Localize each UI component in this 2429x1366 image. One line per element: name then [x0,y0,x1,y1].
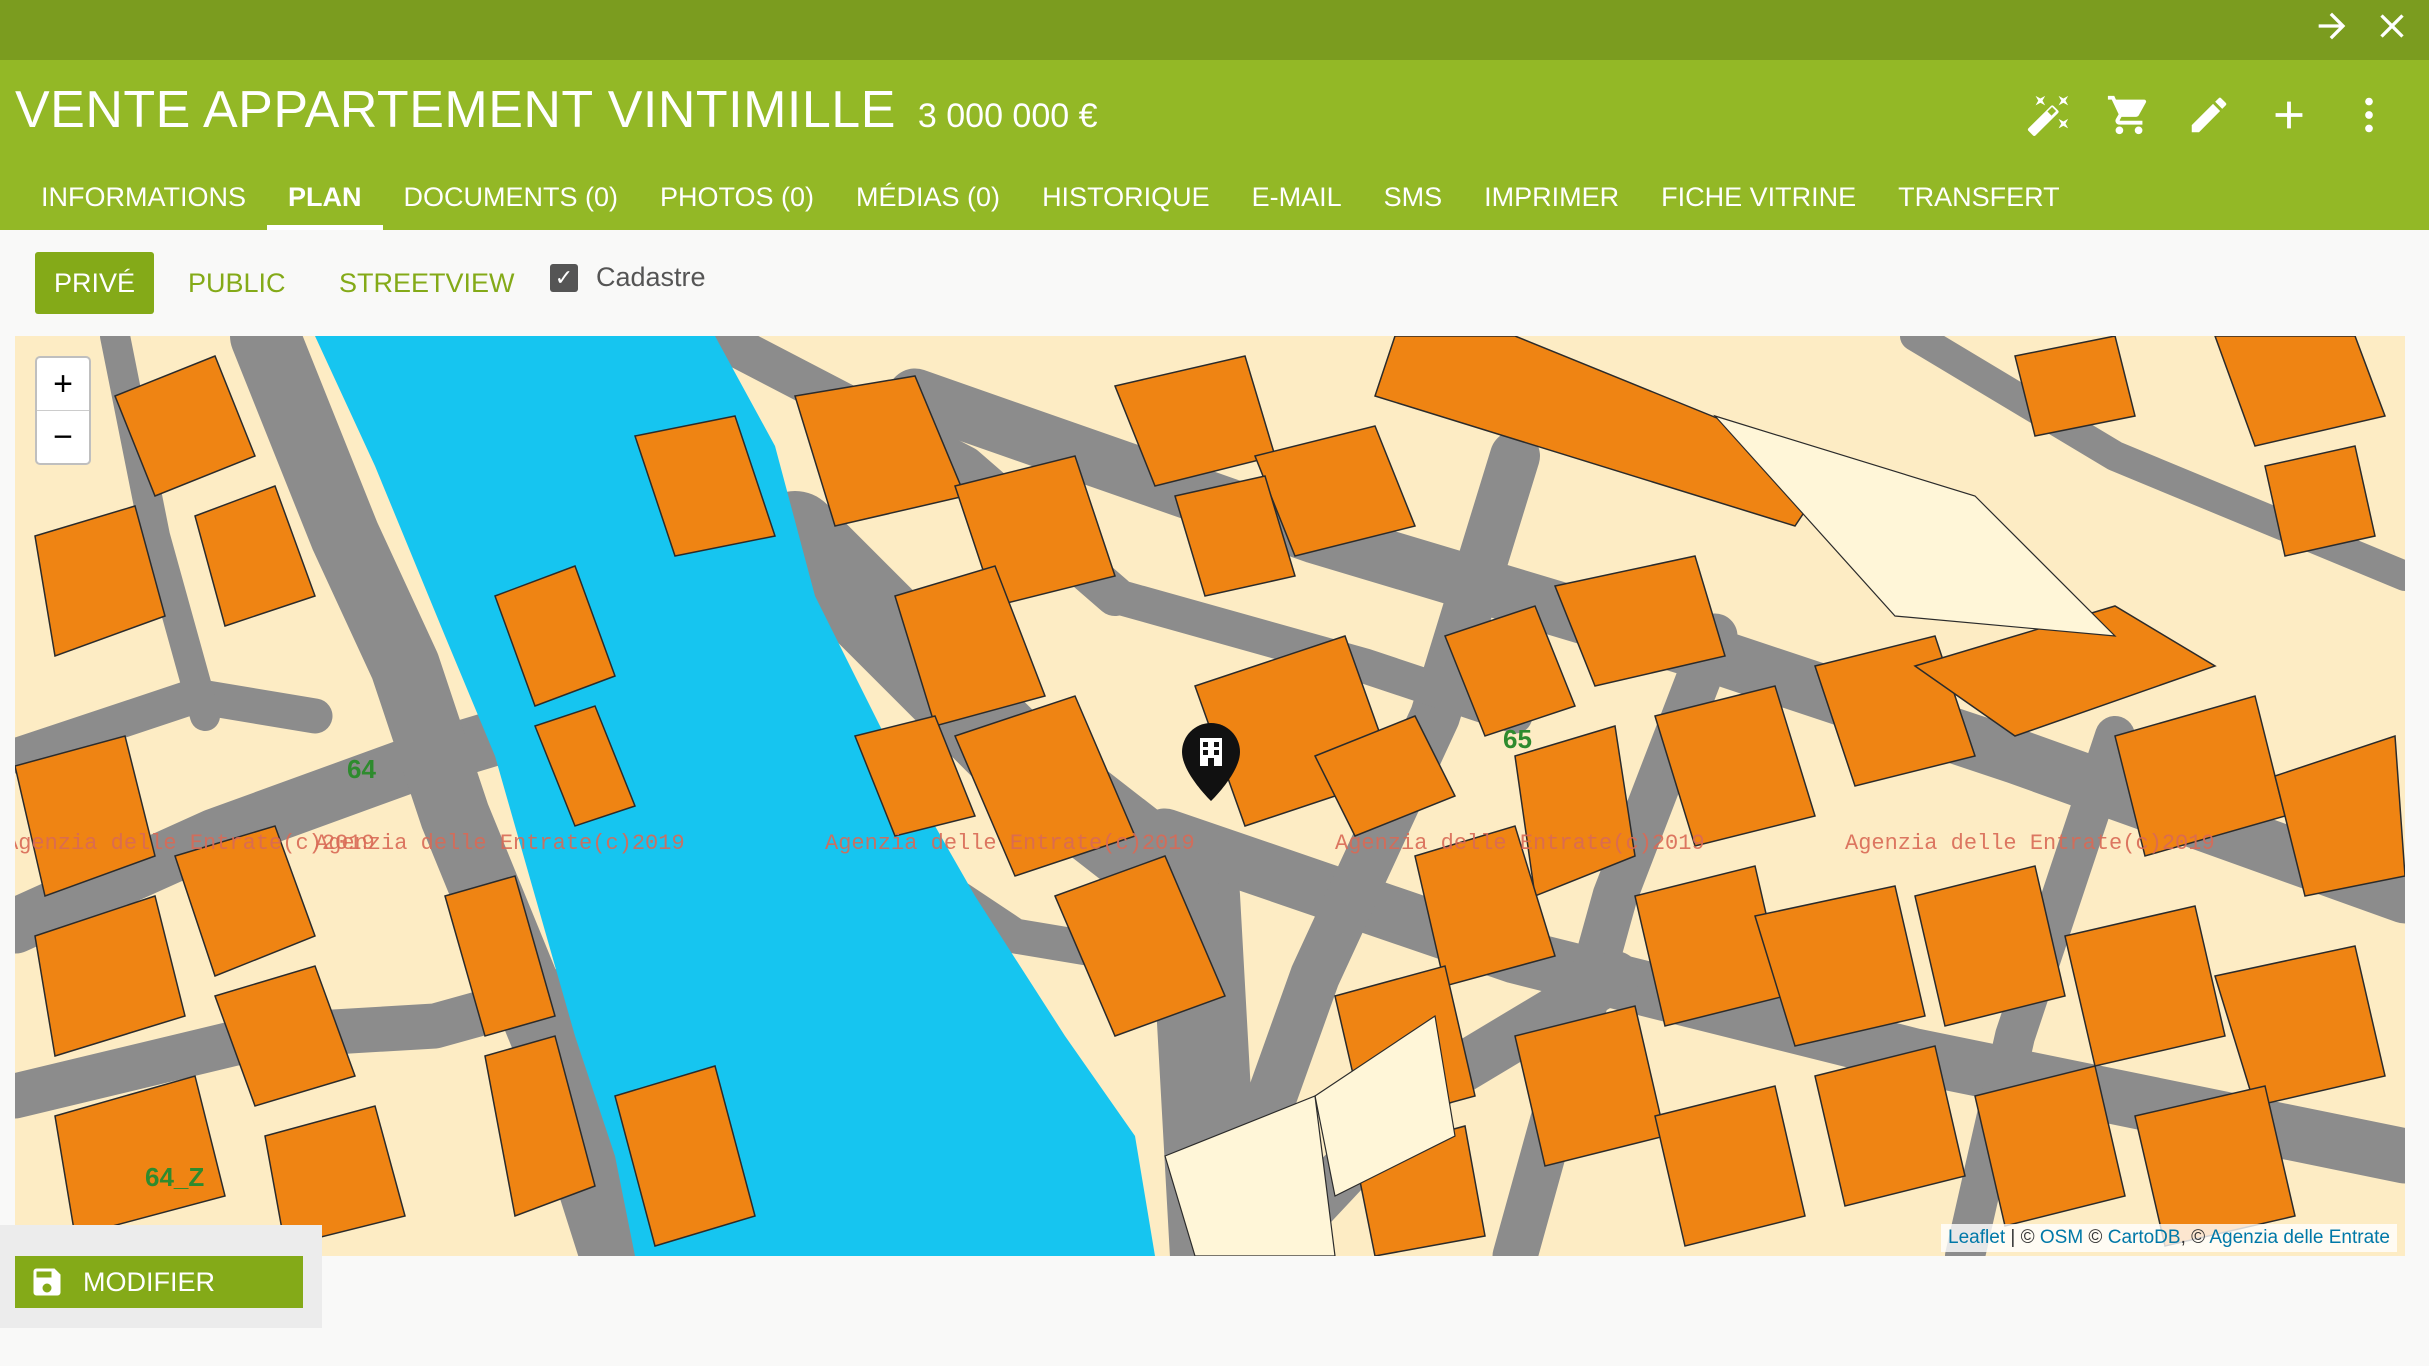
tab-photos[interactable]: PHOTOS (0) [639,170,835,230]
zoom-out-button[interactable]: − [37,411,89,463]
zoom-control: + − [35,356,91,465]
page-title: VENTE APPARTEMENT VINTIMILLE [15,81,896,139]
tab-informations[interactable]: INFORMATIONS [20,170,267,230]
watermark: Agenzia delle Entrate(c)2019 [1335,831,1705,856]
tab-documents[interactable]: DOCUMENTS (0) [383,170,640,230]
more-vertical-icon[interactable] [2329,80,2409,150]
close-icon[interactable] [2368,6,2416,54]
property-header: VENTE APPARTEMENT VINTIMILLE 3 000 000 €… [0,60,2429,230]
cadastre-label: Cadastre [596,262,706,292]
prive-button[interactable]: PRIVÉ [35,252,155,314]
checkbox-checked-icon[interactable]: ✓ [550,263,578,292]
window-topbar [0,0,2429,60]
cartodb-link[interactable]: CartoDB [2108,1227,2181,1248]
tab-historique[interactable]: HISTORIQUE [1021,170,1231,230]
public-button[interactable]: PUBLIC [169,252,305,314]
streetview-button[interactable]: STREETVIEW [320,252,534,314]
watermark: Agenzia delle Entrate(c)2019 [315,831,685,856]
title-row: VENTE APPARTEMENT VINTIMILLE 3 000 000 € [15,80,1098,150]
watermark: Agenzia delle Entrate(c)2019 [825,831,1195,856]
modifier-label: MODIFIER [83,1266,215,1297]
modifier-button[interactable]: MODIFIER [15,1256,303,1308]
price-label: 3 000 000 € [917,97,1098,135]
grid-label: 65 [1503,724,1532,754]
osm-link[interactable]: OSM [2040,1227,2083,1248]
map[interactable]: Agenzia delle Entrate(c)2019 Agenzia del… [15,336,2405,1256]
zoom-in-button[interactable]: + [37,358,89,411]
tab-imprimer[interactable]: IMPRIMER [1463,170,1640,230]
building-marker-icon[interactable] [1180,721,1242,803]
cadastre-checkbox[interactable]: ✓ Cadastre [550,262,706,293]
map-view-selector: PRIVÉ PUBLIC STREETVIEW ✓ Cadastre [0,230,2429,336]
tab-bar: INFORMATIONS PLAN DOCUMENTS (0) PHOTOS (… [20,170,2081,230]
tab-transfert[interactable]: TRANSFERT [1877,170,2081,230]
attribution-separator: , © [2180,1227,2210,1248]
grid-label: 64 [347,754,376,784]
arrow-right-icon[interactable] [2308,6,2356,54]
watermark: Agenzia delle Entrate(c)2019 [1845,831,2215,856]
magic-wand-icon[interactable] [2009,80,2089,150]
agenzia-link[interactable]: Agenzia delle Entrate [2209,1227,2390,1248]
tab-fiche-vitrine[interactable]: FICHE VITRINE [1640,170,1877,230]
tab-email[interactable]: E-MAIL [1231,170,1363,230]
plus-icon[interactable] [2249,80,2329,150]
header-actions [2009,80,2409,150]
attribution-separator: © [2083,1227,2108,1248]
leaflet-link[interactable]: Leaflet [1948,1227,2005,1248]
attribution-separator: | © [2005,1227,2040,1248]
cart-icon[interactable] [2089,80,2169,150]
map-attribution: Leaflet | © OSM © CartoDB, © Agenzia del… [1941,1224,2397,1252]
tab-medias[interactable]: MÉDIAS (0) [835,170,1021,230]
pencil-icon[interactable] [2169,80,2249,150]
save-icon [33,1268,61,1296]
tab-plan[interactable]: PLAN [267,170,383,230]
grid-label: 64_Z [145,1162,205,1192]
tab-sms[interactable]: SMS [1363,170,1464,230]
